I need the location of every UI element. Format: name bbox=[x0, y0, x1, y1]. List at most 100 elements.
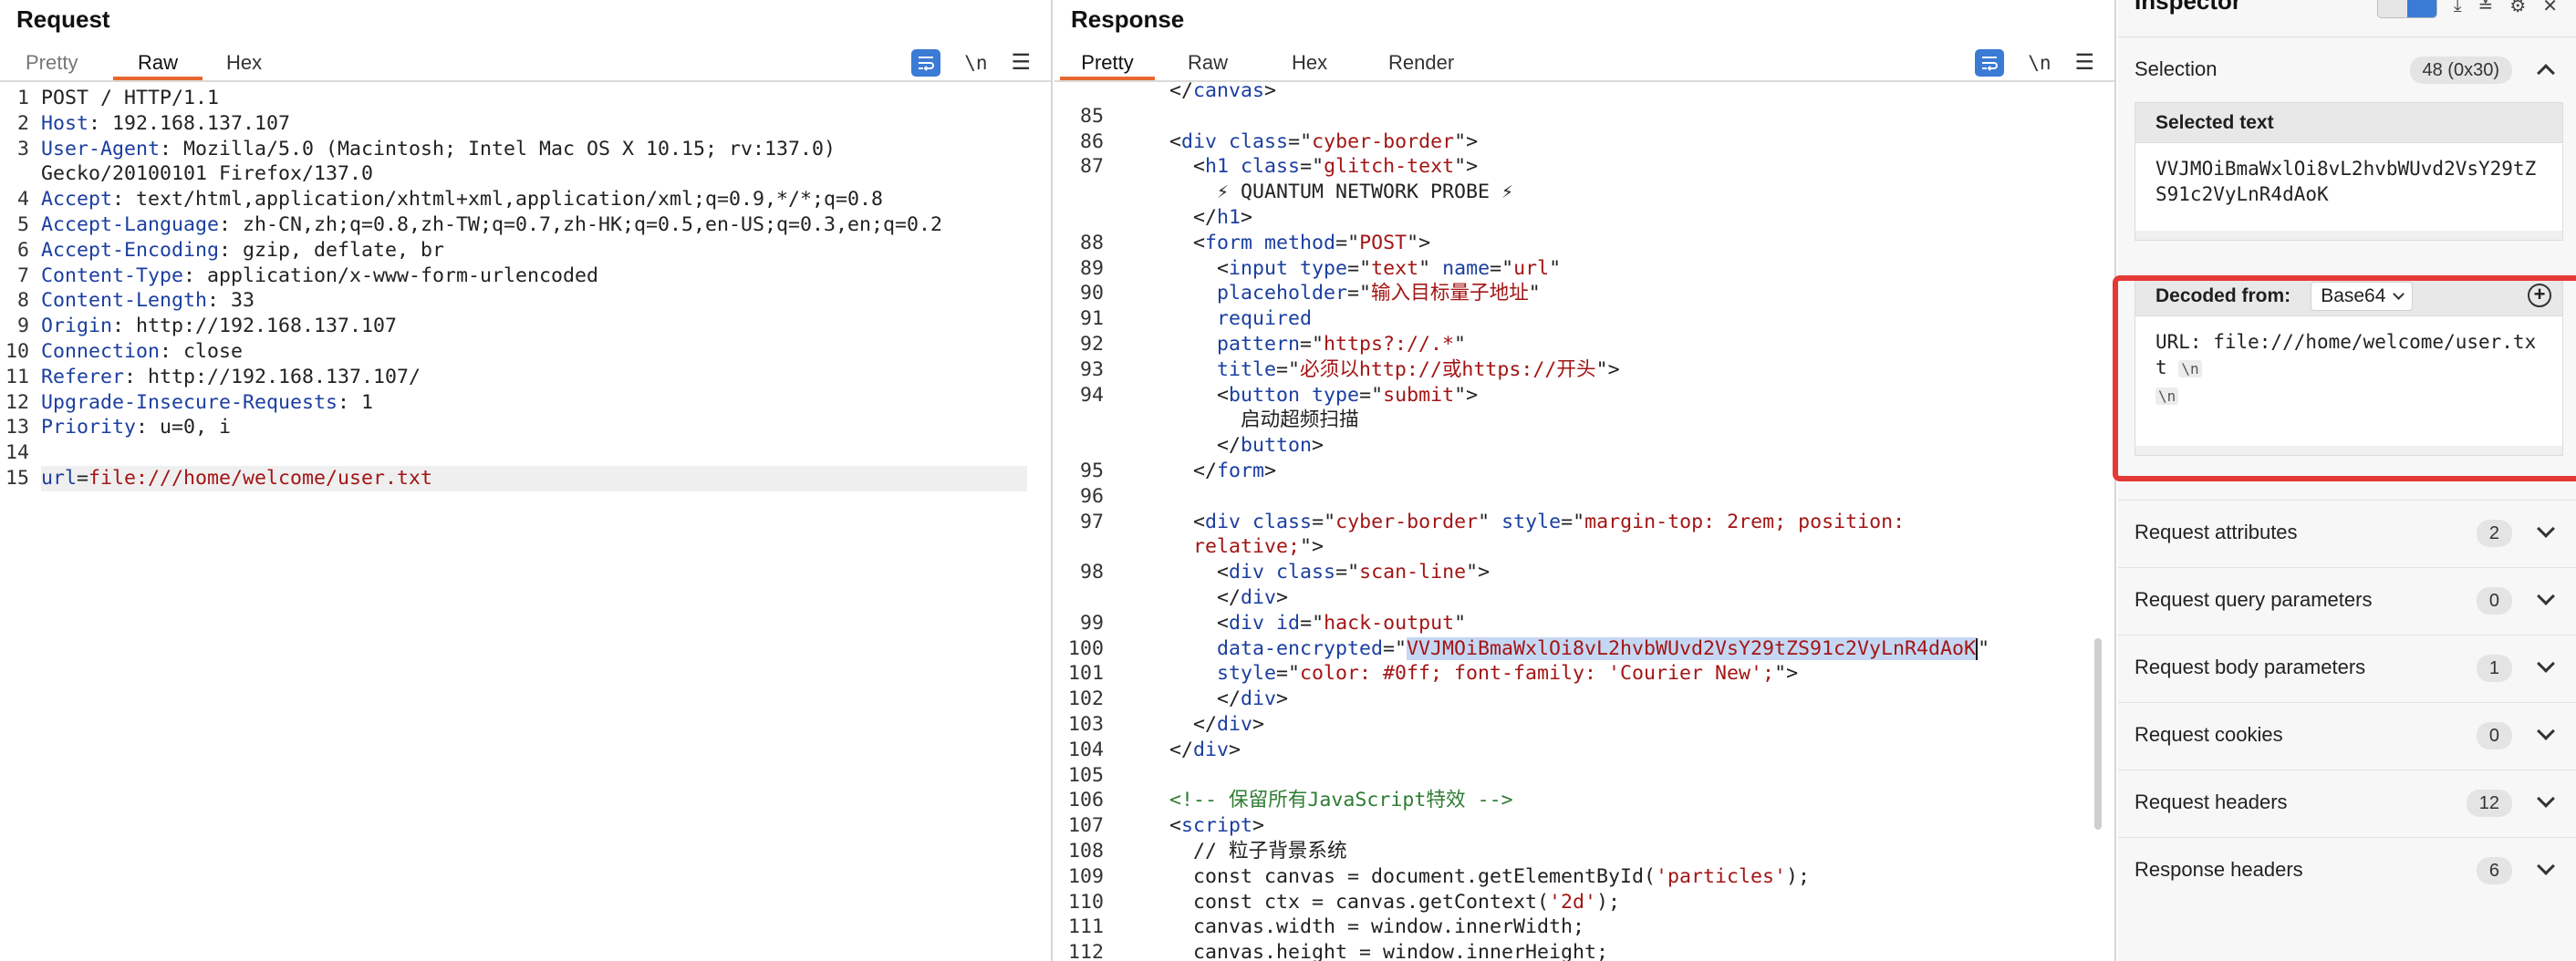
decoder-format-dropdown[interactable]: Base64 bbox=[2311, 281, 2414, 311]
request-line: 14 bbox=[0, 440, 1051, 466]
response-line: 95 </form> bbox=[1054, 459, 2114, 484]
chevron-up-icon[interactable] bbox=[2537, 64, 2555, 82]
tab-pretty[interactable]: Pretty bbox=[1060, 47, 1155, 80]
line-number: 10 bbox=[5, 339, 29, 363]
inspector-section-row[interactable]: Response headers 6 bbox=[2118, 837, 2576, 904]
selected-text-title: Selected text bbox=[2135, 103, 2562, 143]
close-icon[interactable]: ✕ bbox=[2542, 0, 2558, 17]
line-number: 94 bbox=[1079, 383, 1104, 407]
response-line: 91 required bbox=[1054, 306, 2114, 332]
response-line: 启动超频扫描 bbox=[1054, 408, 2114, 433]
align-bottom-icon[interactable]: ⤓ bbox=[2454, 0, 2462, 16]
line-content: Connection: close bbox=[41, 339, 244, 363]
response-line: 94 <button type="submit"> bbox=[1054, 383, 2114, 408]
request-body-line: 15 url=file:///home/welcome/user.txt bbox=[0, 465, 1051, 491]
section-label: Request attributes bbox=[2135, 521, 2298, 543]
line-number: 102 bbox=[1067, 687, 1104, 711]
show-newlines-toggle[interactable]: \n bbox=[2028, 52, 2051, 74]
inspector-section-row[interactable]: Request attributes 2 bbox=[2118, 500, 2576, 567]
show-newlines-toggle[interactable]: \n bbox=[964, 52, 987, 74]
line-number: 100 bbox=[1067, 636, 1104, 660]
decoder-format-value: Base64 bbox=[2321, 284, 2386, 306]
gear-icon[interactable]: ⚙ bbox=[2509, 0, 2526, 17]
request-line: 9 Origin: http://192.168.137.107 bbox=[0, 314, 1051, 339]
line-content: const ctx = canvas.getContext('2d'); bbox=[1193, 890, 1621, 914]
line-number: 96 bbox=[1079, 484, 1104, 508]
line-content: Accept-Encoding: gzip, deflate, br bbox=[41, 238, 445, 262]
request-line: 4 Accept: text/html,application/xhtml+xml… bbox=[0, 187, 1051, 212]
hamburger-menu-icon[interactable]: ☰ bbox=[1011, 52, 1031, 74]
hamburger-menu-icon[interactable]: ☰ bbox=[2074, 52, 2094, 74]
line-content: Accept-Language: zh-CN,zh;q=0.8,zh-TW;q=… bbox=[41, 212, 943, 236]
tab-hex[interactable]: Hex bbox=[1277, 47, 1342, 80]
decoded-card: Decoded from: Base64 + URL: file:///home… bbox=[2135, 275, 2563, 456]
selection-section[interactable]: Selection 48 (0x30) bbox=[2118, 36, 2576, 100]
response-line: </h1> bbox=[1054, 205, 2114, 231]
line-content: canvas.height = window.innerHeight; bbox=[1193, 941, 1609, 961]
request-title: Request bbox=[16, 5, 110, 33]
layout-toggle[interactable] bbox=[2376, 0, 2437, 18]
response-line: 103 </div> bbox=[1054, 712, 2114, 738]
response-line: </canvas> bbox=[1054, 78, 2114, 104]
line-content: relative;"> bbox=[1193, 535, 1324, 559]
section-count-badge: 2 bbox=[2476, 520, 2512, 547]
line-content: Gecko/20100101 Firefox/137.0 bbox=[41, 162, 374, 186]
selection-label: Selection bbox=[2135, 57, 2218, 80]
response-line: 104 </div> bbox=[1054, 738, 2114, 763]
line-number: 112 bbox=[1067, 941, 1104, 961]
word-wrap-icon[interactable] bbox=[911, 49, 941, 77]
tab-render[interactable]: Render bbox=[1374, 47, 1469, 80]
decoded-value[interactable]: URL: file:///home/welcome/user.txt \n \n bbox=[2135, 316, 2562, 446]
tab-raw[interactable]: Raw bbox=[1173, 47, 1242, 80]
response-line: 92 pattern="https?://.*" bbox=[1054, 332, 2114, 357]
response-editor[interactable]: </canvas> 85 86 <div class="cyber-border"> 8… bbox=[1054, 78, 2114, 961]
add-decoder-icon[interactable]: + bbox=[2528, 284, 2551, 307]
line-content: // 粒子背景系统 bbox=[1193, 840, 1347, 863]
line-number: 85 bbox=[1079, 104, 1104, 128]
line-content: <div class="scan-line"> bbox=[1217, 561, 1491, 584]
chevron-down-icon[interactable] bbox=[2537, 722, 2555, 740]
line-number: 109 bbox=[1067, 864, 1104, 888]
tab-hex[interactable]: Hex bbox=[212, 47, 276, 80]
inspector-section-row[interactable]: Request query parameters 0 bbox=[2118, 567, 2576, 635]
line-number: 90 bbox=[1079, 282, 1104, 305]
inspector-section-row[interactable]: Request headers 12 bbox=[2118, 770, 2576, 837]
line-number: 93 bbox=[1079, 357, 1104, 381]
inspector-section-row[interactable]: Request body parameters 1 bbox=[2118, 635, 2576, 702]
request-editor[interactable]: 1 POST / HTTP/1.1 2 Host: 192.168.137.107 3 U… bbox=[0, 86, 1051, 491]
tab-raw[interactable]: Raw bbox=[113, 47, 203, 80]
chevron-down-icon[interactable] bbox=[2537, 790, 2555, 808]
line-content: canvas.width = window.innerWidth; bbox=[1193, 915, 1585, 939]
line-content: </canvas> bbox=[1169, 79, 1277, 102]
body-param: url=file:///home/welcome/user.txt bbox=[41, 465, 1027, 491]
request-line: 5 Accept-Language: zh-CN,zh;q=0.8,zh-TW;q… bbox=[0, 212, 1051, 238]
line-content: Host: 192.168.137.107 bbox=[41, 111, 291, 135]
chevron-down-icon[interactable] bbox=[2537, 587, 2555, 605]
request-line: 2 Host: 192.168.137.107 bbox=[0, 111, 1051, 137]
section-count-badge: 0 bbox=[2476, 587, 2512, 615]
response-line: 89 <input type="text" name="url" bbox=[1054, 256, 2114, 282]
line-number: 108 bbox=[1067, 840, 1104, 863]
line-number: 92 bbox=[1079, 333, 1104, 356]
line-content: placeholder="输入目标量子地址" bbox=[1217, 282, 1541, 305]
selected-text-value[interactable]: VVJMOiBmaWxlOi8vL2hvbWUvd2VsY29tZS91c2Vy… bbox=[2135, 143, 2562, 231]
response-line: 98 <div class="scan-line"> bbox=[1054, 560, 2114, 585]
chevron-down-icon[interactable] bbox=[2537, 655, 2555, 673]
line-number: 88 bbox=[1079, 231, 1104, 254]
word-wrap-icon[interactable] bbox=[1975, 49, 2005, 77]
line-number: 99 bbox=[1079, 611, 1104, 635]
response-scrollbar[interactable] bbox=[2094, 638, 2102, 830]
line-number: 86 bbox=[1079, 129, 1104, 153]
tab-pretty[interactable]: Pretty bbox=[11, 47, 92, 80]
collapse-icon[interactable]: ≚ bbox=[2478, 0, 2494, 17]
inspector-section-row[interactable]: Request cookies 0 bbox=[2118, 702, 2576, 770]
line-number: 91 bbox=[1079, 307, 1104, 331]
line-content: User-Agent: Mozilla/5.0 (Macintosh; Inte… bbox=[41, 137, 836, 160]
request-line: 7 Content-Type: application/x-www-form-ur… bbox=[0, 264, 1051, 289]
line-content: pattern="https?://.*" bbox=[1217, 333, 1467, 356]
line-content: <h1 class="glitch-text"> bbox=[1193, 155, 1479, 179]
inspector-sections: Request attributes 2 Request query paramet… bbox=[2118, 500, 2576, 904]
line-content: Content-Type: application/x-www-form-url… bbox=[41, 264, 599, 287]
chevron-down-icon[interactable] bbox=[2537, 520, 2555, 538]
chevron-down-icon[interactable] bbox=[2537, 857, 2555, 875]
